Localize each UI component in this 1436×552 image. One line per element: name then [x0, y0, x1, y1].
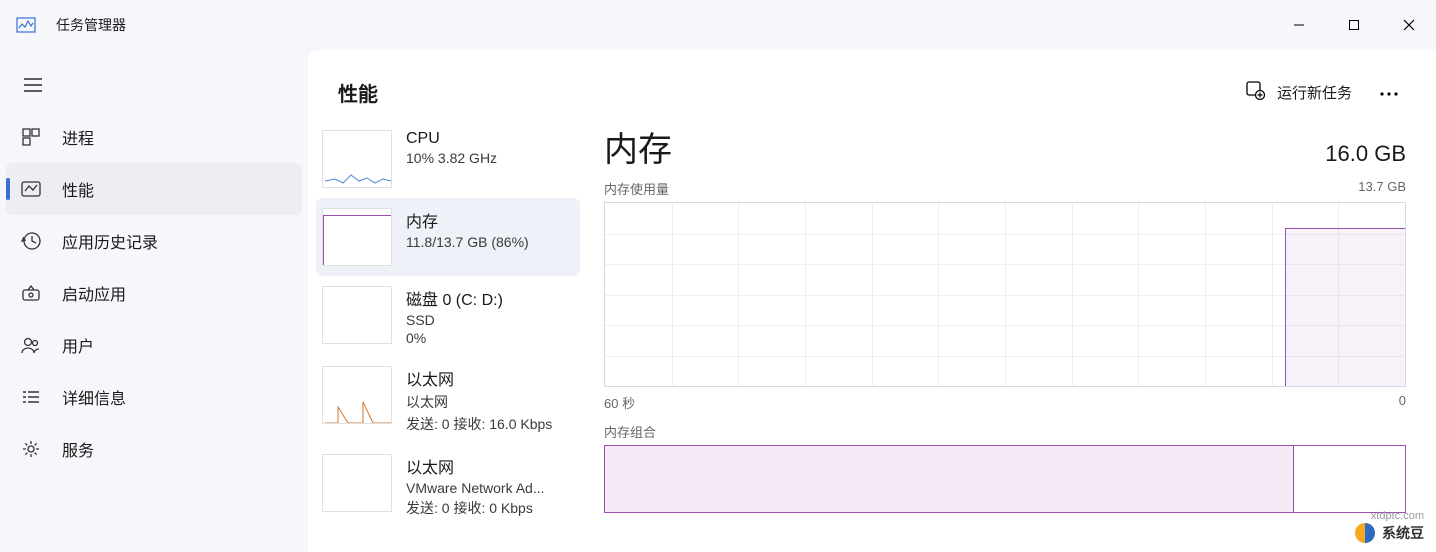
perf-sub: 0%: [406, 330, 503, 346]
perf-sub: 发送: 0 接收: 16.0 Kbps: [406, 414, 552, 434]
perf-sub: 发送: 0 接收: 0 Kbps: [406, 498, 545, 518]
nav-item-processes[interactable]: 进程: [0, 111, 308, 163]
more-button[interactable]: [1366, 75, 1412, 109]
watermark: 系统豆: [1354, 522, 1424, 544]
run-new-task-button[interactable]: 运行新任务: [1231, 72, 1366, 112]
run-task-label: 运行新任务: [1277, 82, 1352, 103]
nav-item-details[interactable]: 详细信息: [0, 371, 308, 423]
sidebar: 进程性能应用历史记录启动应用用户详细信息服务: [0, 50, 308, 552]
perf-title: 内存: [406, 208, 529, 232]
perf-title: 以太网: [406, 366, 552, 390]
nav-label: 用户: [62, 333, 94, 357]
nav-item-users[interactable]: 用户: [0, 319, 308, 371]
app-icon: [16, 15, 36, 35]
performance-icon: [20, 178, 42, 200]
perf-item[interactable]: 内存 11.8/13.7 GB (86%): [316, 198, 580, 276]
nav-label: 启动应用: [62, 281, 126, 305]
nav-label: 应用历史记录: [62, 229, 158, 253]
perf-thumb: [322, 208, 392, 266]
time-left: 60 秒: [604, 393, 635, 412]
perf-sub: SSD: [406, 312, 503, 328]
detail-total: 16.0 GB: [1325, 141, 1406, 167]
nav-item-history[interactable]: 应用历史记录: [0, 215, 308, 267]
perf-title: 以太网: [406, 454, 545, 478]
perf-item[interactable]: 以太网 VMware Network Ad... 发送: 0 接收: 0 Kbps: [308, 444, 588, 528]
time-right: 0: [1399, 393, 1406, 412]
perf-sub: 10% 3.82 GHz: [406, 150, 497, 166]
perf-thumb: [322, 130, 392, 188]
run-task-icon: [1245, 80, 1265, 104]
detail-panel: 内存 16.0 GB 内存使用量 13.7 GB 60 秒 0 内存组合: [588, 112, 1436, 552]
perf-thumb: [322, 366, 392, 424]
main-panel: 性能 运行新任务 CPU 10% 3.82 GHz 内存 11.8/13.7 GB (…: [308, 50, 1436, 552]
composition-label: 内存组合: [604, 422, 1406, 441]
watermark-url: xtdptc.com: [1371, 510, 1424, 522]
perf-sub: 以太网: [406, 392, 552, 412]
details-icon: [20, 386, 42, 408]
close-button[interactable]: [1381, 0, 1436, 50]
startup-icon: [20, 282, 42, 304]
watermark-icon: [1354, 522, 1376, 544]
perf-item[interactable]: 以太网以太网发送: 0 接收: 16.0 Kbps: [308, 356, 588, 444]
nav-label: 服务: [62, 437, 94, 461]
app-title: 任务管理器: [56, 15, 1271, 35]
perf-title: CPU: [406, 130, 497, 148]
perf-item[interactable]: CPU 10% 3.82 GHz: [308, 120, 588, 198]
usage-label: 内存使用量: [604, 179, 669, 198]
users-icon: [20, 334, 42, 356]
nav-label: 进程: [62, 125, 94, 149]
hamburger-button[interactable]: [0, 68, 308, 111]
nav-label: 性能: [62, 177, 94, 201]
window-controls: [1271, 0, 1436, 50]
perf-thumb: [322, 454, 392, 512]
watermark-text: 系统豆: [1382, 523, 1424, 543]
maximize-button[interactable]: [1326, 0, 1381, 50]
memory-usage-chart: [604, 202, 1406, 387]
perf-sub: 11.8/13.7 GB (86%): [406, 234, 529, 250]
usage-max: 13.7 GB: [1358, 179, 1406, 198]
nav-item-performance[interactable]: 性能: [6, 163, 302, 215]
processes-icon: [20, 126, 42, 148]
nav-label: 详细信息: [62, 385, 126, 409]
perf-item[interactable]: 磁盘 0 (C: D:) SSD 0%: [308, 276, 588, 356]
composition-segment: [605, 446, 1293, 512]
page-title: 性能: [338, 78, 1231, 107]
title-bar: 任务管理器: [0, 0, 1436, 50]
toolbar: 性能 运行新任务: [308, 50, 1436, 112]
services-icon: [20, 438, 42, 460]
performance-list: CPU 10% 3.82 GHz 内存 11.8/13.7 GB (86%) 磁盘 0 …: [308, 112, 588, 552]
perf-title: 磁盘 0 (C: D:): [406, 286, 503, 310]
composition-segment: [1293, 446, 1405, 512]
detail-title: 内存: [604, 122, 672, 171]
perf-thumb: [322, 286, 392, 344]
nav-item-services[interactable]: 服务: [0, 423, 308, 475]
perf-sub: VMware Network Ad...: [406, 480, 545, 496]
minimize-button[interactable]: [1271, 0, 1326, 50]
memory-composition-chart: [604, 445, 1406, 513]
nav-item-startup[interactable]: 启动应用: [0, 267, 308, 319]
history-icon: [20, 230, 42, 252]
